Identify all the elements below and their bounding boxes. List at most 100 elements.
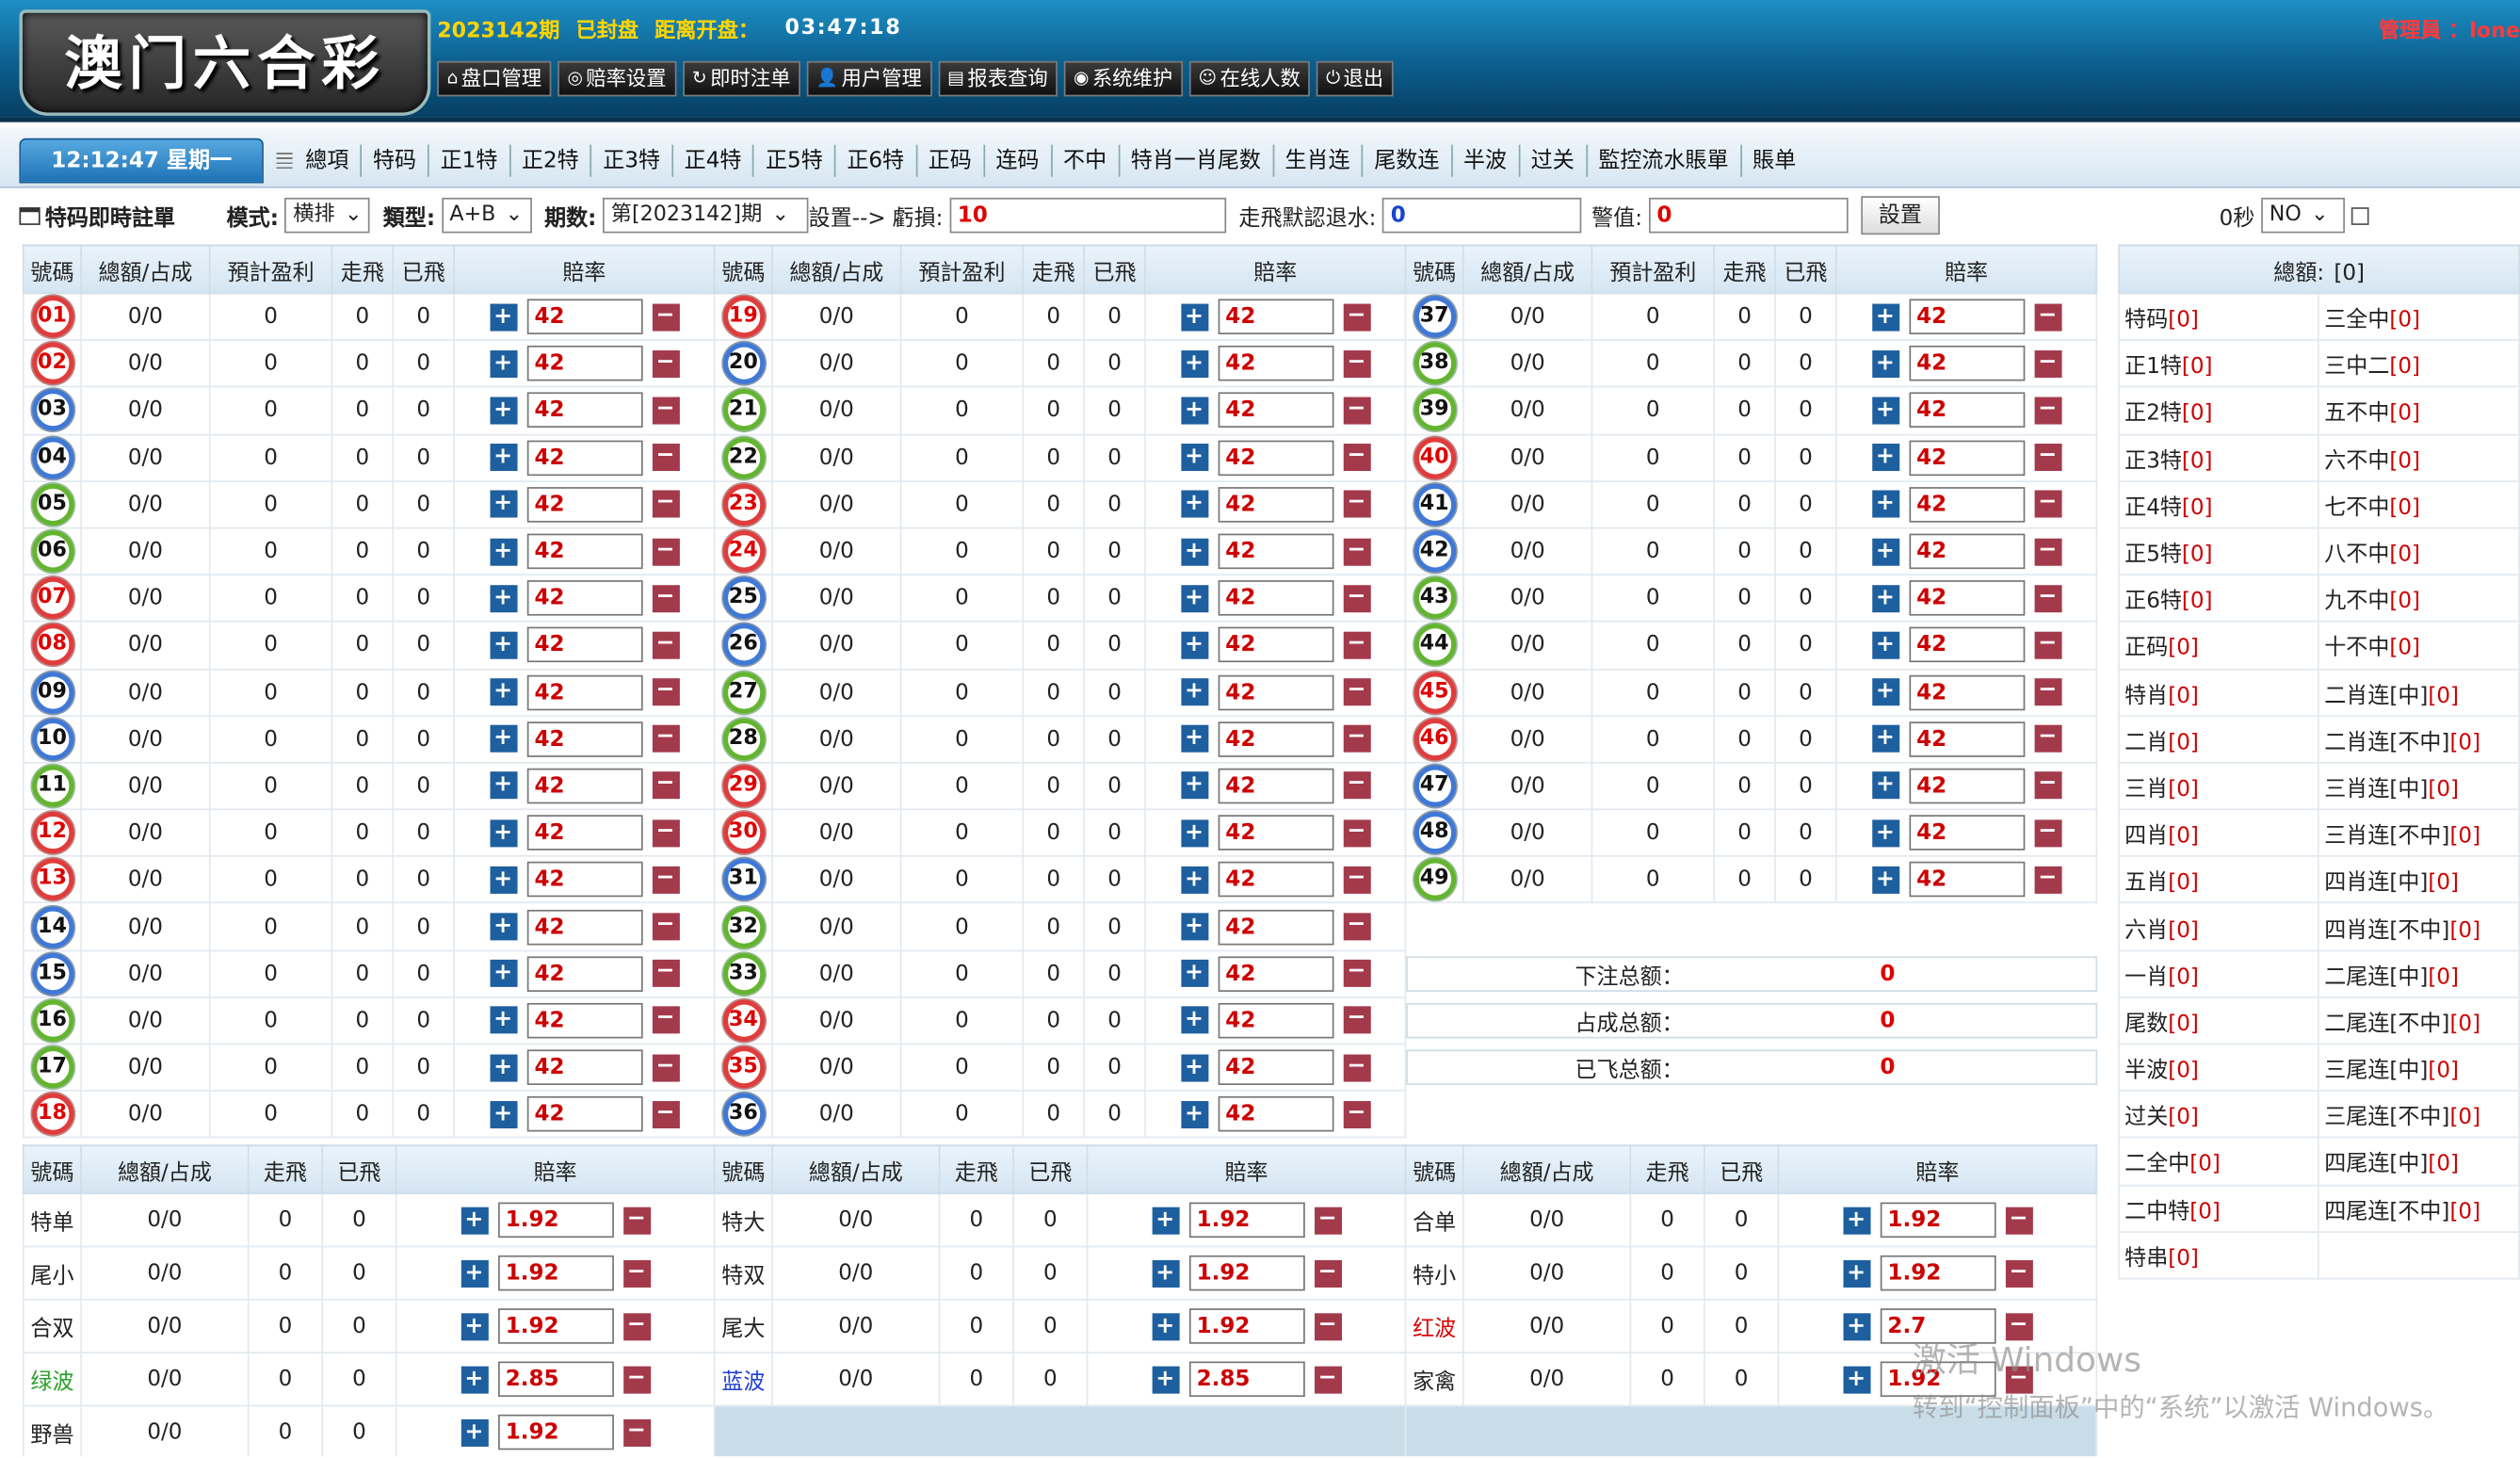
- plus-button[interactable]: +: [1871, 818, 1899, 847]
- odds-input[interactable]: 42: [525, 486, 642, 523]
- minus-button[interactable]: −: [652, 771, 680, 800]
- minus-button[interactable]: −: [1314, 1365, 1342, 1393]
- plus-button[interactable]: +: [1842, 1365, 1870, 1393]
- odds-input[interactable]: 1.92: [497, 1414, 614, 1450]
- odds-input[interactable]: 42: [525, 440, 642, 476]
- odds-input[interactable]: 42: [525, 721, 642, 757]
- odds-input[interactable]: 42: [525, 768, 642, 804]
- odds-input[interactable]: 42: [1217, 393, 1333, 429]
- tab-12[interactable]: 生肖连: [1271, 144, 1362, 177]
- minus-button[interactable]: −: [652, 678, 680, 706]
- plus-button[interactable]: +: [1180, 866, 1208, 894]
- plus-button[interactable]: +: [1180, 537, 1208, 565]
- minus-button[interactable]: −: [2033, 349, 2061, 378]
- minus-button[interactable]: −: [1342, 631, 1370, 659]
- plus-button[interactable]: +: [1180, 1053, 1208, 1081]
- odds-input[interactable]: 42: [1908, 440, 2025, 476]
- plus-button[interactable]: +: [489, 960, 517, 988]
- minus-button[interactable]: −: [652, 1053, 680, 1081]
- minus-button[interactable]: −: [1342, 959, 1370, 988]
- odds-input[interactable]: 42: [1217, 299, 1333, 335]
- minus-button[interactable]: −: [652, 1100, 680, 1128]
- minus-button[interactable]: −: [1342, 1100, 1370, 1128]
- odds-input[interactable]: 42: [1217, 486, 1333, 523]
- minus-button[interactable]: −: [1342, 724, 1370, 753]
- minus-button[interactable]: −: [652, 631, 680, 659]
- plus-button[interactable]: +: [460, 1312, 488, 1340]
- plus-button[interactable]: +: [489, 1053, 517, 1081]
- plus-button[interactable]: +: [460, 1418, 488, 1447]
- minus-button[interactable]: −: [2033, 537, 2061, 565]
- odds-input[interactable]: 42: [1217, 1096, 1333, 1132]
- odds-input[interactable]: 2.85: [497, 1361, 614, 1398]
- minus-button[interactable]: −: [1342, 1053, 1370, 1081]
- minus-button[interactable]: −: [652, 443, 680, 472]
- odds-input[interactable]: 42: [1217, 815, 1333, 851]
- minus-button[interactable]: −: [2033, 302, 2061, 331]
- odds-input[interactable]: 2.85: [1188, 1361, 1304, 1398]
- minus-button[interactable]: −: [652, 913, 680, 941]
- refresh-select[interactable]: NO ⌄: [2261, 197, 2345, 234]
- minus-button[interactable]: −: [1314, 1312, 1342, 1340]
- odds-input[interactable]: 42: [1217, 1049, 1333, 1086]
- minus-button[interactable]: −: [1342, 1006, 1370, 1035]
- odds-input[interactable]: 42: [1217, 440, 1333, 476]
- menu-item-7[interactable]: ⏻ 退出: [1316, 60, 1394, 97]
- minus-button[interactable]: −: [2033, 724, 2061, 753]
- odds-input[interactable]: 42: [525, 862, 642, 898]
- minus-button[interactable]: −: [1342, 537, 1370, 565]
- minus-button[interactable]: −: [1342, 584, 1370, 612]
- plus-button[interactable]: +: [489, 584, 517, 612]
- plus-button[interactable]: +: [460, 1365, 488, 1393]
- loss-input[interactable]: 10: [949, 197, 1226, 234]
- plus-button[interactable]: +: [1180, 960, 1208, 988]
- tab-11[interactable]: 特肖一肖尾数: [1118, 144, 1272, 177]
- plus-button[interactable]: +: [1871, 584, 1899, 612]
- odds-input[interactable]: 42: [1908, 627, 2025, 663]
- plus-button[interactable]: +: [1871, 537, 1899, 565]
- plus-button[interactable]: +: [489, 771, 517, 800]
- minus-button[interactable]: −: [652, 818, 680, 847]
- minus-button[interactable]: −: [1342, 866, 1370, 894]
- minus-button[interactable]: −: [1342, 349, 1370, 378]
- plus-button[interactable]: +: [1180, 302, 1208, 331]
- minus-button[interactable]: −: [622, 1258, 651, 1288]
- menu-item-6[interactable]: ☺ 在线人数: [1188, 60, 1311, 97]
- tab-17[interactable]: 賬单: [1739, 144, 1808, 177]
- plus-button[interactable]: +: [1871, 725, 1899, 753]
- minus-button[interactable]: −: [2005, 1258, 2033, 1288]
- minus-button[interactable]: −: [622, 1365, 651, 1393]
- minus-button[interactable]: −: [652, 302, 680, 331]
- minus-button[interactable]: −: [652, 1006, 680, 1035]
- minus-button[interactable]: −: [2033, 771, 2061, 800]
- plus-button[interactable]: +: [489, 913, 517, 941]
- minus-button[interactable]: −: [2033, 490, 2061, 519]
- plus-button[interactable]: +: [1151, 1206, 1179, 1234]
- minus-button[interactable]: −: [1342, 818, 1370, 847]
- odds-input[interactable]: 42: [1908, 768, 2025, 804]
- menu-item-1[interactable]: ◎ 赔率设置: [557, 60, 676, 97]
- minus-button[interactable]: −: [2005, 1365, 2033, 1393]
- plus-button[interactable]: +: [1180, 397, 1208, 425]
- odds-input[interactable]: 1.92: [497, 1255, 614, 1291]
- plus-button[interactable]: +: [489, 349, 517, 378]
- menu-item-5[interactable]: ◉ 系统维护: [1063, 60, 1183, 97]
- odds-input[interactable]: 1.92: [1188, 1255, 1304, 1291]
- plus-button[interactable]: +: [489, 866, 517, 894]
- odds-input[interactable]: 42: [1217, 768, 1333, 804]
- mode-select[interactable]: 横排 ⌄: [284, 197, 371, 234]
- set-button[interactable]: 設置: [1861, 196, 1940, 235]
- odds-input[interactable]: 42: [1217, 1002, 1333, 1039]
- plus-button[interactable]: +: [1180, 913, 1208, 941]
- plus-button[interactable]: +: [1180, 1007, 1208, 1035]
- odds-input[interactable]: 42: [1908, 346, 2025, 381]
- plus-button[interactable]: +: [1180, 771, 1208, 800]
- plus-button[interactable]: +: [1871, 678, 1899, 706]
- minus-button[interactable]: −: [652, 397, 680, 425]
- odds-input[interactable]: 42: [1908, 815, 2025, 851]
- minus-button[interactable]: −: [652, 724, 680, 753]
- menu-item-3[interactable]: 👤 用户管理: [806, 60, 932, 97]
- plus-button[interactable]: +: [1871, 866, 1899, 894]
- plus-button[interactable]: +: [489, 537, 517, 565]
- plus-button[interactable]: +: [1180, 584, 1208, 612]
